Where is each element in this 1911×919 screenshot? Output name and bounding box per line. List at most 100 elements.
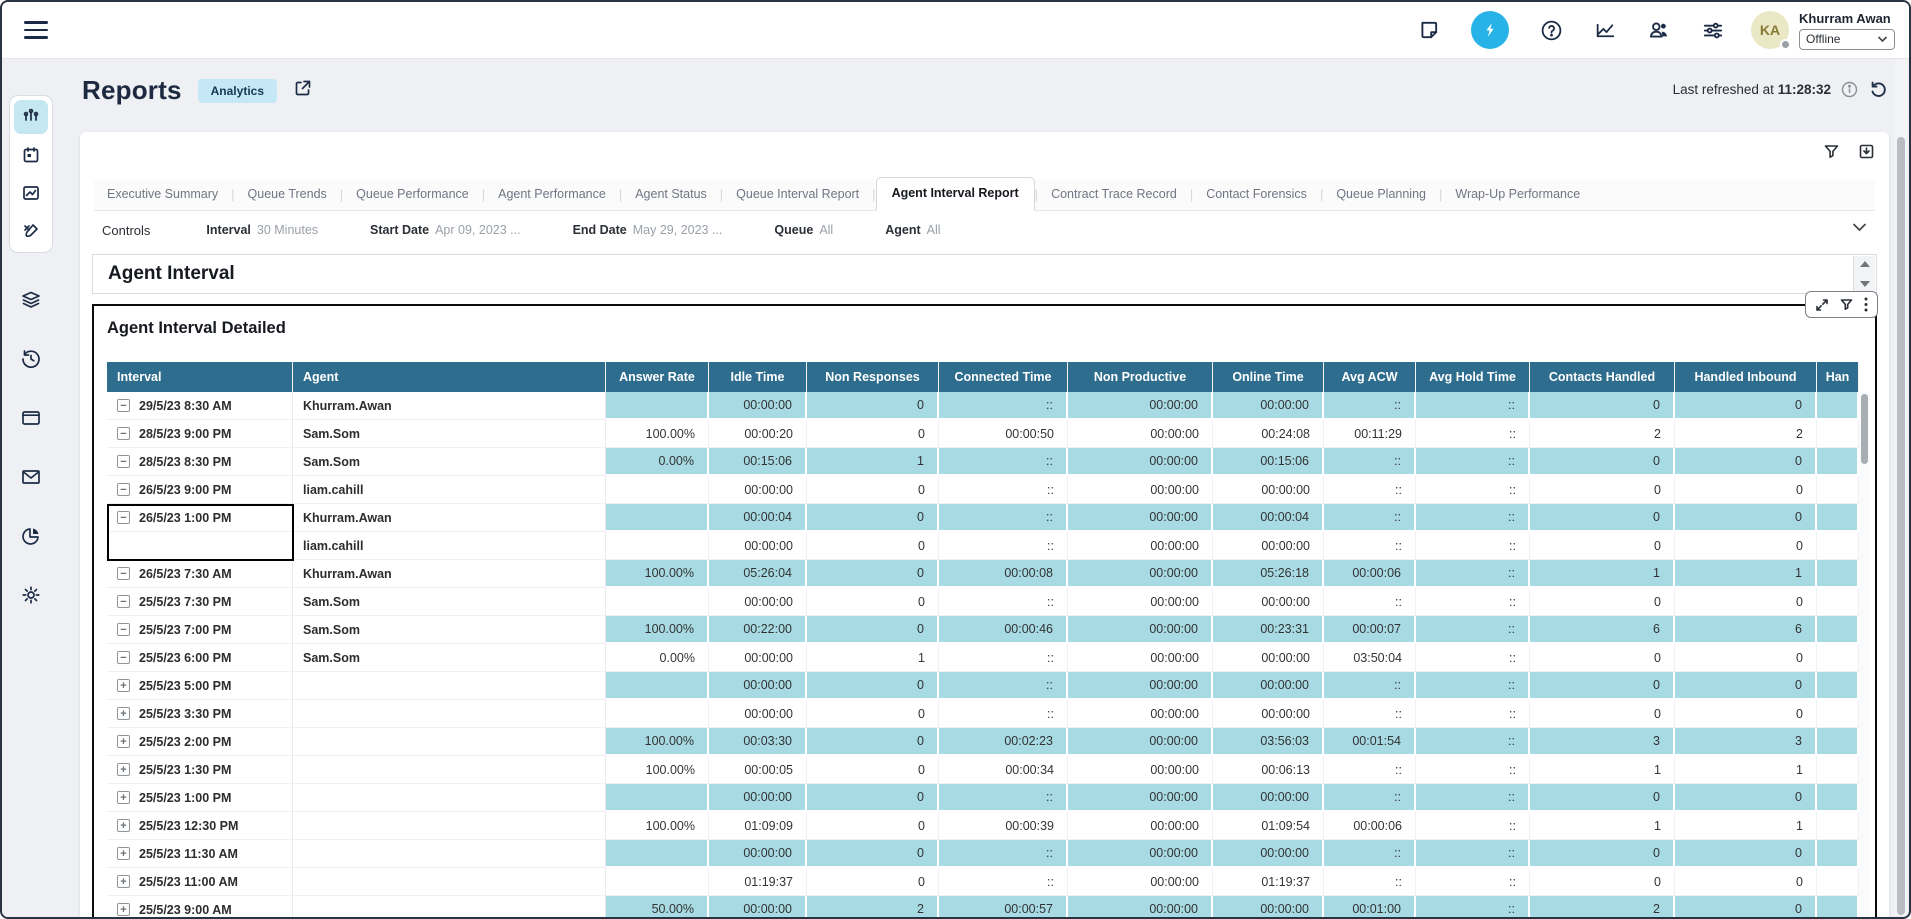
- sidebar-item-bar-chart[interactable]: [14, 100, 48, 134]
- data-cell[interactable]: ::: [1324, 476, 1416, 504]
- data-cell-truncated[interactable]: [1817, 812, 1859, 840]
- interval-cell[interactable]: +25/5/23 5:00 PM: [107, 672, 293, 700]
- agent-cell[interactable]: [293, 868, 606, 896]
- data-cell[interactable]: 0: [1675, 476, 1817, 504]
- column-header-answer-rate[interactable]: Answer Rate: [606, 362, 709, 392]
- interval-cell[interactable]: −29/5/23 8:30 AM: [107, 392, 293, 420]
- interval-cell[interactable]: −25/5/23 6:00 PM: [107, 644, 293, 672]
- data-cell[interactable]: 0: [807, 504, 939, 532]
- data-cell[interactable]: 00:00:00: [709, 700, 807, 728]
- data-cell[interactable]: ::: [1324, 784, 1416, 812]
- data-cell[interactable]: 1: [1530, 812, 1675, 840]
- data-cell[interactable]: 00:15:06: [709, 448, 807, 476]
- data-cell[interactable]: [606, 588, 709, 616]
- data-cell[interactable]: 00:00:00: [709, 896, 807, 919]
- data-cell[interactable]: ::: [1324, 392, 1416, 420]
- data-cell[interactable]: 6: [1675, 616, 1817, 644]
- sidebar-item-design[interactable]: [14, 214, 48, 248]
- data-cell[interactable]: 01:09:09: [709, 812, 807, 840]
- data-cell[interactable]: ::: [1416, 868, 1530, 896]
- collapse-row-icon[interactable]: −: [117, 511, 130, 524]
- sidebar-item-window[interactable]: [14, 401, 48, 435]
- sidebar-item-pie-chart[interactable]: [14, 519, 48, 553]
- data-cell[interactable]: 00:00:06: [1324, 560, 1416, 588]
- data-cell[interactable]: 00:00:00: [1068, 504, 1213, 532]
- data-cell[interactable]: 3: [1675, 728, 1817, 756]
- contacts-icon[interactable]: [1647, 18, 1671, 42]
- data-cell[interactable]: ::: [939, 700, 1068, 728]
- data-cell[interactable]: [606, 672, 709, 700]
- data-cell[interactable]: ::: [1324, 868, 1416, 896]
- data-cell[interactable]: 2: [1675, 420, 1817, 448]
- metrics-icon[interactable]: [1593, 18, 1617, 42]
- window-scrollbar-thumb[interactable]: [1897, 137, 1905, 915]
- data-cell[interactable]: ::: [1416, 504, 1530, 532]
- interval-cell[interactable]: +25/5/23 11:30 AM: [107, 840, 293, 868]
- notes-icon[interactable]: [1417, 18, 1441, 42]
- data-cell[interactable]: 100.00%: [606, 560, 709, 588]
- column-header-contacts-handled[interactable]: Contacts Handled: [1530, 362, 1675, 392]
- data-cell[interactable]: ::: [1416, 840, 1530, 868]
- data-cell[interactable]: 0: [807, 532, 939, 560]
- tab-agent-status[interactable]: Agent Status: [622, 179, 720, 210]
- data-cell[interactable]: ::: [1324, 532, 1416, 560]
- collapse-row-icon[interactable]: −: [117, 483, 130, 496]
- data-cell[interactable]: 00:02:23: [939, 728, 1068, 756]
- expand-row-icon[interactable]: +: [117, 791, 130, 804]
- data-cell-truncated[interactable]: [1817, 616, 1859, 644]
- data-cell[interactable]: 00:00:08: [939, 560, 1068, 588]
- data-cell[interactable]: ::: [939, 840, 1068, 868]
- data-cell-truncated[interactable]: [1817, 504, 1859, 532]
- data-cell[interactable]: 00:00:00: [1068, 896, 1213, 919]
- data-cell-truncated[interactable]: [1817, 868, 1859, 896]
- data-cell[interactable]: ::: [1416, 896, 1530, 919]
- sidebar-item-calendar[interactable]: [14, 138, 48, 172]
- data-cell[interactable]: ::: [939, 784, 1068, 812]
- interval-cell[interactable]: +25/5/23 1:30 PM: [107, 756, 293, 784]
- boost-bolt-icon[interactable]: [1471, 11, 1509, 49]
- data-cell[interactable]: ::: [1416, 588, 1530, 616]
- data-cell[interactable]: 00:00:00: [1213, 840, 1324, 868]
- preferences-icon[interactable]: [1701, 18, 1725, 42]
- sidebar-item-line-chart[interactable]: [14, 176, 48, 210]
- data-cell[interactable]: 00:00:00: [1068, 588, 1213, 616]
- expand-row-icon[interactable]: +: [117, 903, 130, 916]
- data-cell[interactable]: ::: [939, 476, 1068, 504]
- scroll-up-icon[interactable]: [1860, 261, 1870, 267]
- data-cell[interactable]: 00:00:00: [1213, 700, 1324, 728]
- data-cell[interactable]: 0: [807, 784, 939, 812]
- data-cell[interactable]: 0: [807, 672, 939, 700]
- data-cell[interactable]: 0: [807, 812, 939, 840]
- data-cell[interactable]: [606, 784, 709, 812]
- data-cell[interactable]: 00:00:00: [1068, 560, 1213, 588]
- data-cell[interactable]: 0: [1530, 784, 1675, 812]
- data-cell[interactable]: [606, 532, 709, 560]
- avatar[interactable]: KA: [1751, 11, 1789, 49]
- sidebar-item-history[interactable]: [14, 342, 48, 376]
- data-cell[interactable]: [606, 868, 709, 896]
- data-cell[interactable]: 00:00:00: [1213, 672, 1324, 700]
- data-cell[interactable]: 00:00:00: [1213, 896, 1324, 919]
- data-cell[interactable]: 00:00:04: [1213, 504, 1324, 532]
- data-cell[interactable]: 00:00:00: [1213, 784, 1324, 812]
- column-header-non-responses[interactable]: Non Responses: [807, 362, 939, 392]
- data-cell[interactable]: ::: [939, 532, 1068, 560]
- data-cell-truncated[interactable]: [1817, 784, 1859, 812]
- data-cell[interactable]: 1: [1675, 560, 1817, 588]
- data-cell[interactable]: ::: [1324, 672, 1416, 700]
- column-header-avg-acw[interactable]: Avg ACW: [1324, 362, 1416, 392]
- data-cell[interactable]: 0: [807, 756, 939, 784]
- data-cell[interactable]: ::: [939, 448, 1068, 476]
- data-cell[interactable]: 100.00%: [606, 812, 709, 840]
- expand-row-icon[interactable]: +: [117, 875, 130, 888]
- data-cell[interactable]: ::: [1324, 448, 1416, 476]
- expand-row-icon[interactable]: +: [117, 847, 130, 860]
- interval-cell[interactable]: +25/5/23 9:00 AM: [107, 896, 293, 919]
- agent-cell[interactable]: Sam.Som: [293, 420, 606, 448]
- data-cell[interactable]: 01:09:54: [1213, 812, 1324, 840]
- data-cell[interactable]: 00:00:00: [1068, 392, 1213, 420]
- agent-cell[interactable]: Khurram.Awan: [293, 560, 606, 588]
- data-cell[interactable]: 00:00:00: [1068, 868, 1213, 896]
- data-cell[interactable]: 0: [1675, 448, 1817, 476]
- data-cell-truncated[interactable]: [1817, 840, 1859, 868]
